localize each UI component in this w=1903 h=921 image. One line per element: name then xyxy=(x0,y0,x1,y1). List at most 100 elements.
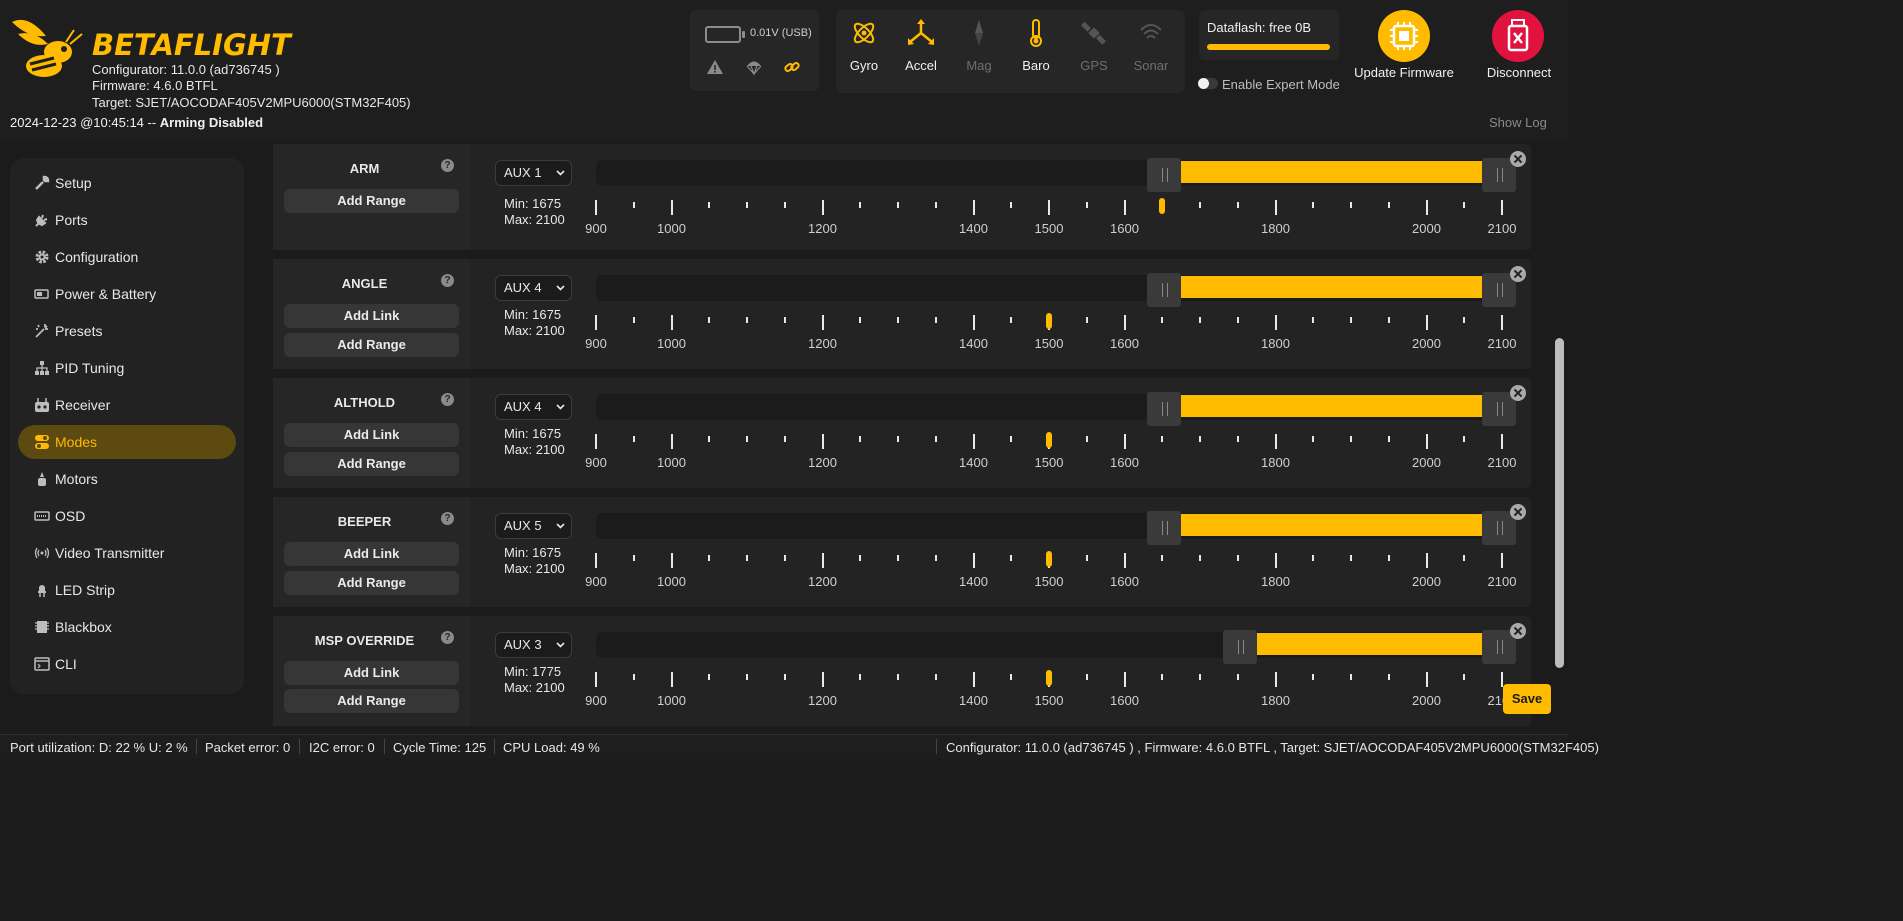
aux-channel-select[interactable]: AUX 4 xyxy=(495,394,572,420)
aux-channel-value: AUX 5 xyxy=(504,518,542,533)
scale-minor-tick xyxy=(708,555,711,561)
sidebar-item-ports[interactable]: Ports xyxy=(18,203,236,237)
add-link-button[interactable]: Add Link xyxy=(284,423,459,447)
remove-mode-icon[interactable] xyxy=(1510,504,1526,520)
range-max: Max: 2100 xyxy=(504,680,565,695)
scale-minor-tick xyxy=(1312,436,1315,442)
disconnect-label[interactable]: Disconnect xyxy=(1480,65,1558,80)
scale-tick-label: 2100 xyxy=(1487,336,1517,351)
remove-mode-icon[interactable] xyxy=(1510,151,1526,167)
mode-name: ALTHOLD xyxy=(333,395,396,410)
help-icon[interactable]: ? xyxy=(441,393,454,406)
remove-mode-icon[interactable] xyxy=(1510,385,1526,401)
range-min-handle[interactable] xyxy=(1222,630,1257,664)
sidebar-item-modes[interactable]: Modes xyxy=(18,425,236,459)
help-icon[interactable]: ? xyxy=(441,159,454,172)
sidebar-item-cli[interactable]: CLI xyxy=(18,647,236,681)
sidebar-item-osd[interactable]: OSD xyxy=(18,499,236,533)
scale-minor-tick xyxy=(632,674,635,680)
aux-channel-select[interactable]: AUX 1 xyxy=(495,160,572,186)
scale-minor-tick xyxy=(1236,674,1239,680)
sidebar-item-setup[interactable]: Setup xyxy=(18,166,236,200)
help-icon[interactable]: ? xyxy=(441,631,454,644)
range-slider[interactable] xyxy=(596,392,1516,426)
scale-major-tick xyxy=(972,434,975,449)
scale-minor-tick xyxy=(632,555,635,561)
add-range-button[interactable]: Add Range xyxy=(284,189,459,213)
chevron-down-icon xyxy=(556,642,565,648)
scale-minor-tick xyxy=(897,674,899,680)
baro-icon xyxy=(1030,19,1042,47)
add-range-button[interactable]: Add Range xyxy=(284,571,459,595)
range-min-handle[interactable] xyxy=(1147,392,1182,426)
help-icon[interactable]: ? xyxy=(441,274,454,287)
sidebar-item-video-transmitter[interactable]: Video Transmitter xyxy=(18,536,236,570)
divider xyxy=(384,739,385,754)
range-min-handle[interactable] xyxy=(1147,158,1182,192)
remove-mode-icon[interactable] xyxy=(1510,623,1526,639)
range-min-max: Min: 1675 Max: 2100 xyxy=(504,307,565,339)
sidebar-item-blackbox[interactable]: Blackbox xyxy=(18,610,236,644)
add-range-button[interactable]: Add Range xyxy=(284,452,459,476)
scale-major-tick xyxy=(595,434,597,449)
add-range-button[interactable]: Add Range xyxy=(284,689,459,713)
remove-mode-icon[interactable] xyxy=(1510,266,1526,282)
range-slider[interactable] xyxy=(596,158,1516,192)
sidebar-item-pid-tuning[interactable]: PID Tuning xyxy=(18,351,236,385)
update-firmware-label[interactable]: Update Firmware xyxy=(1346,65,1462,80)
range-slider[interactable] xyxy=(596,273,1516,307)
scale-minor-tick xyxy=(708,436,711,442)
sidebar-item-configuration[interactable]: Configuration xyxy=(18,240,236,274)
aux-channel-select[interactable]: AUX 3 xyxy=(495,632,572,658)
scale-tick-label: 2100 xyxy=(1487,221,1517,236)
mode-name: ANGLE xyxy=(341,276,388,291)
add-link-button[interactable]: Add Link xyxy=(284,661,459,685)
range-slider[interactable] xyxy=(596,511,1516,545)
disconnect-button[interactable] xyxy=(1492,10,1544,62)
sidebar-item-receiver[interactable]: Receiver xyxy=(18,388,236,422)
scale-minor-tick xyxy=(1010,555,1013,561)
range-slider[interactable] xyxy=(596,630,1516,664)
chevron-down-icon xyxy=(556,285,565,291)
scale-minor-tick xyxy=(1387,317,1390,323)
show-log-link[interactable]: Show Log xyxy=(1489,115,1547,130)
sidebar-item-presets[interactable]: Presets xyxy=(18,314,236,348)
scale-minor-tick xyxy=(1161,436,1164,442)
update-firmware-button[interactable] xyxy=(1378,10,1430,62)
add-link-button[interactable]: Add Link xyxy=(284,542,459,566)
range-min-handle[interactable] xyxy=(1147,273,1182,307)
add-link-button[interactable]: Add Link xyxy=(284,304,459,328)
range-max: Max: 2100 xyxy=(504,442,565,457)
expert-mode-toggle[interactable] xyxy=(1198,78,1218,89)
blackbox-icon xyxy=(35,621,49,633)
scale-minor-tick xyxy=(1312,674,1315,680)
sidebar-item-label: Blackbox xyxy=(55,619,112,635)
scale-tick-label: 1000 xyxy=(657,336,686,351)
scale-major-tick xyxy=(595,200,597,215)
sidebar-item-led-strip[interactable]: LED Strip xyxy=(18,573,236,607)
magic-wand-icon xyxy=(35,324,48,338)
save-button[interactable]: Save xyxy=(1503,684,1551,714)
scale-minor-tick xyxy=(783,436,786,442)
help-icon[interactable]: ? xyxy=(441,512,454,525)
aux-channel-select[interactable]: AUX 4 xyxy=(495,275,572,301)
sidebar-item-label: Setup xyxy=(55,175,92,191)
sensor-label: Mag xyxy=(966,58,992,73)
link-icon xyxy=(784,62,800,72)
sidebar-item-motors[interactable]: Motors xyxy=(18,462,236,496)
scale-minor-tick xyxy=(859,317,862,323)
sidebar-item-power-battery[interactable]: Power & Battery xyxy=(18,277,236,311)
plug-icon xyxy=(35,214,48,227)
scale-minor-tick xyxy=(1161,674,1164,680)
scale-minor-tick xyxy=(632,202,635,208)
range-min-handle[interactable] xyxy=(1147,511,1182,545)
add-range-button[interactable]: Add Range xyxy=(284,333,459,357)
expert-mode-label: Enable Expert Mode xyxy=(1222,77,1340,92)
header: BETAFLIGHT Configurator: 11.0.0 (ad73674… xyxy=(0,0,1568,140)
aux-channel-select[interactable]: AUX 5 xyxy=(495,513,572,539)
scrollbar-thumb[interactable] xyxy=(1555,338,1564,668)
scale-major-tick xyxy=(595,553,597,568)
sidebar: Setup Ports Configuration Power & Batter… xyxy=(10,158,244,694)
scale-minor-tick xyxy=(1085,436,1088,442)
scale-minor-tick xyxy=(1236,436,1239,442)
